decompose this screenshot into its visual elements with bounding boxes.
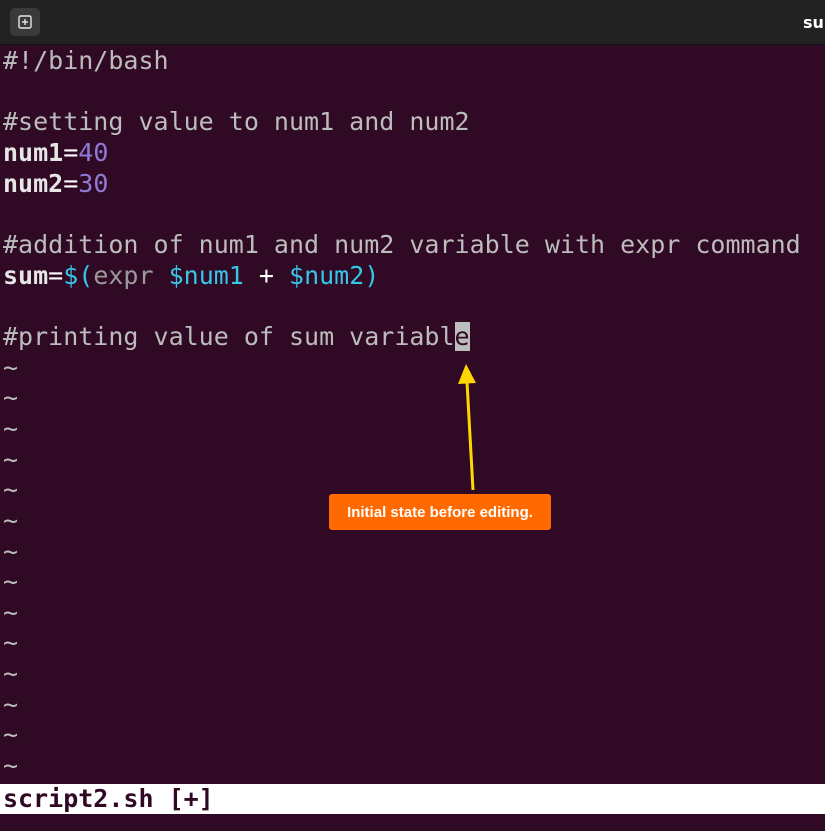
empty-buffer-line-tilde: ~ bbox=[3, 689, 19, 719]
window-title: su bbox=[803, 13, 824, 32]
code-token: sum bbox=[3, 260, 49, 290]
empty-buffer-line-tilde: ~ bbox=[3, 444, 19, 474]
code-token: #setting value to num1 and num2 bbox=[3, 107, 470, 137]
empty-buffer-line-tilde: ~ bbox=[3, 536, 19, 566]
code-token: 40 bbox=[78, 137, 109, 167]
empty-line bbox=[3, 77, 825, 108]
text-cursor: e bbox=[454, 321, 470, 351]
code-line: num1=40 bbox=[3, 138, 825, 169]
code-token: num2 bbox=[3, 168, 64, 198]
code-token: = bbox=[63, 168, 79, 198]
code-token: #printing value of sum variabl bbox=[3, 321, 455, 351]
code-token: $( bbox=[63, 260, 94, 290]
status-filename: script2.sh [+] bbox=[3, 784, 214, 813]
code-line: #addition of num1 and num2 variable with… bbox=[3, 230, 825, 261]
terminal-titlebar: su bbox=[0, 0, 825, 45]
code-line: sum=$(expr $num1 + $num2) bbox=[3, 261, 825, 292]
code-token: expr bbox=[93, 260, 169, 290]
empty-buffer-line-tilde: ~ bbox=[3, 659, 19, 689]
code-line: num2=30 bbox=[3, 169, 825, 200]
vim-status-bar: script2.sh [+] bbox=[0, 784, 825, 814]
code-token: = bbox=[48, 260, 64, 290]
empty-buffer-line-tilde: ~ bbox=[3, 383, 19, 413]
annotation-callout: Initial state before editing. bbox=[329, 494, 551, 530]
code-token: $num2 bbox=[289, 260, 365, 290]
code-line: #!/bin/bash bbox=[3, 46, 825, 77]
code-token: = bbox=[63, 137, 79, 167]
code-token: #!/bin/bash bbox=[3, 46, 169, 75]
code-token: #addition of num1 and num2 variable with… bbox=[3, 229, 801, 259]
empty-buffer-line-tilde: ~ bbox=[3, 567, 19, 597]
code-token: 30 bbox=[78, 168, 109, 198]
empty-buffer-line-tilde: ~ bbox=[3, 597, 19, 627]
empty-buffer-line-tilde: ~ bbox=[3, 628, 19, 658]
code-token: num1 bbox=[3, 137, 64, 167]
code-line: #setting value to num1 and num2 bbox=[3, 107, 825, 138]
vim-editor-buffer[interactable]: #!/bin/bash #setting value to num1 and nu… bbox=[3, 46, 825, 782]
new-tab-icon bbox=[18, 15, 32, 29]
empty-buffer-line-tilde: ~ bbox=[3, 352, 19, 382]
empty-line bbox=[3, 199, 825, 230]
empty-line bbox=[3, 291, 825, 322]
code-token: ) bbox=[364, 260, 380, 290]
empty-buffer-line-tilde: ~ bbox=[3, 720, 19, 750]
code-token: + bbox=[243, 260, 290, 290]
new-tab-button[interactable] bbox=[10, 8, 40, 36]
code-line: #printing value of sum variable bbox=[3, 321, 825, 353]
empty-buffer-line-tilde: ~ bbox=[3, 751, 19, 781]
empty-buffer-line-tilde: ~ bbox=[3, 413, 19, 443]
code-token: $num1 bbox=[168, 260, 244, 290]
